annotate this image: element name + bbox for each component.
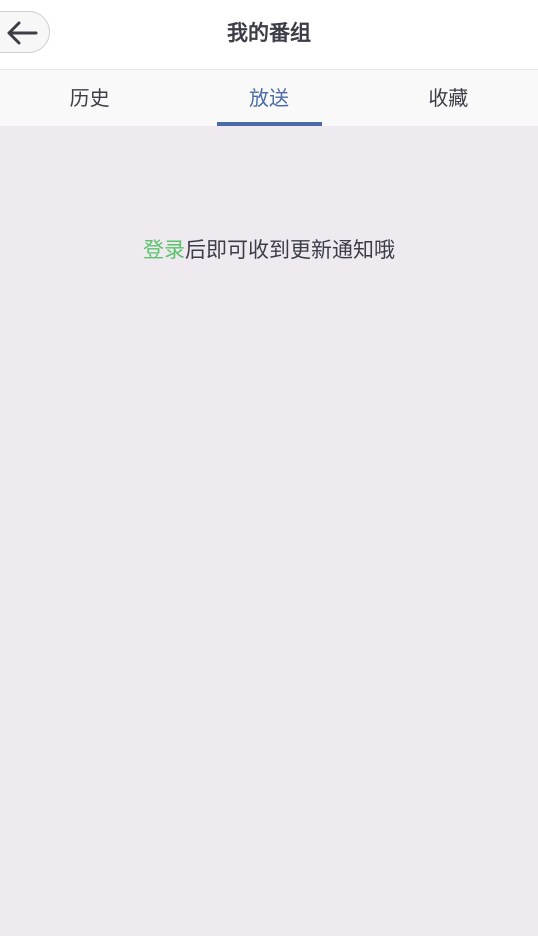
active-tab-indicator xyxy=(216,122,322,126)
tab-broadcast[interactable]: 放送 xyxy=(179,70,358,126)
tab-history[interactable]: 历史 xyxy=(0,70,179,126)
back-button[interactable] xyxy=(0,11,50,53)
login-notice: 登录后即可收到更新通知哦 xyxy=(0,232,538,268)
header-bar: 我的番组 xyxy=(0,0,538,70)
tab-bar: 历史 放送 收藏 xyxy=(0,70,538,126)
page-title: 我的番组 xyxy=(227,21,311,45)
notice-message: 后即可收到更新通知哦 xyxy=(185,238,395,262)
login-link[interactable]: 登录 xyxy=(143,238,185,262)
arrow-left-icon xyxy=(7,21,38,45)
tab-favorites[interactable]: 收藏 xyxy=(359,70,538,126)
tab-history-label: 历史 xyxy=(69,86,110,110)
tab-broadcast-label: 放送 xyxy=(248,86,289,110)
tab-favorites-label: 收藏 xyxy=(428,86,469,110)
app-root: 我的番组 历史 放送 收藏 登录后即可收到更新通知哦 xyxy=(0,0,538,936)
